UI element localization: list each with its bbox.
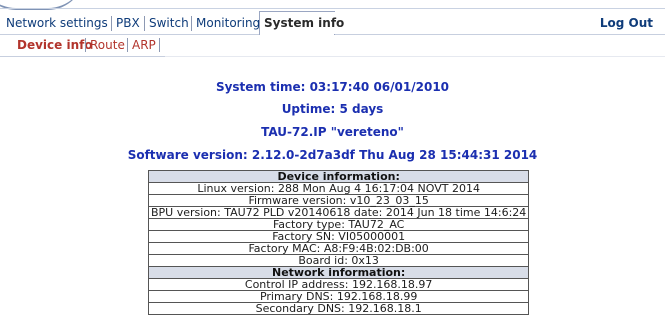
subtab-arp[interactable]: ARP [132, 35, 156, 55]
table-row: Factory SN: VI05000001 [147, 230, 530, 243]
linux-version: Linux version: 288 Mon Aug 4 16:17:04 NO… [147, 182, 530, 195]
header-line [0, 8, 665, 9]
control-ip-address: Control IP address: 192.168.18.97 [147, 278, 530, 291]
table-row: Factory type: TAU72_AC [147, 218, 530, 231]
subtab-separator [127, 38, 128, 52]
firmware-version: Firmware version: v10_23_03_15 [147, 194, 530, 207]
tab-system-info[interactable]: System info [264, 12, 345, 34]
software-version: Software version: 2.12.0-2d7a3df Thu Aug… [127, 148, 538, 162]
subnav-underline-light [165, 56, 665, 57]
table-row: BPU version: TAU72 PLD v20140618 date: 2… [147, 206, 530, 219]
table-row: Network information: [147, 266, 530, 279]
tab-separator [111, 16, 112, 31]
device-info-page: Network settings PBX Switch Monitoring S… [0, 0, 665, 331]
board-id: Board id: 0x13 [147, 254, 530, 267]
table-row: Firmware version: v10_23_03_15 [147, 194, 530, 207]
primary-dns: Primary DNS: 192.168.18.99 [147, 290, 530, 303]
table-row: Control IP address: 192.168.18.97 [147, 278, 530, 291]
logout-link[interactable]: Log Out [600, 12, 653, 34]
tab-monitoring[interactable]: Monitoring [196, 12, 260, 34]
factory-type: Factory type: TAU72_AC [147, 218, 530, 231]
table-row: Board id: 0x13 [147, 254, 530, 267]
sub-navigation: Device info Route ARP [0, 35, 665, 57]
table-row: Linux version: 288 Mon Aug 4 16:17:04 NO… [147, 182, 530, 195]
device-name: TAU-72.IP "vereteno" [261, 125, 404, 139]
subtab-device-info[interactable]: Device info [17, 35, 93, 55]
device-information-header: Device information: [147, 170, 530, 183]
subtab-separator [159, 38, 160, 52]
factory-mac: Factory MAC: A8:F9:4B:02:DB:00 [147, 242, 530, 255]
table-row: Secondary DNS: 192.168.18.1 [147, 302, 530, 315]
tab-separator [144, 16, 145, 31]
tab-switch[interactable]: Switch [149, 12, 189, 34]
network-information-header: Network information: [147, 266, 530, 279]
subnav-underline [0, 56, 165, 57]
tab-pbx[interactable]: PBX [116, 12, 140, 34]
system-time: System time: 03:17:40 06/01/2010 [215, 80, 450, 94]
factory-sn: Factory SN: VI05000001 [147, 230, 530, 243]
bpu-version: BPU version: TAU72 PLD v20140618 date: 2… [147, 206, 530, 219]
table-row: Factory MAC: A8:F9:4B:02:DB:00 [147, 242, 530, 255]
tab-network-settings[interactable]: Network settings [6, 12, 108, 34]
secondary-dns: Secondary DNS: 192.168.18.1 [147, 302, 530, 315]
table-row: Device information: [147, 170, 530, 183]
uptime: Uptime: 5 days [281, 102, 384, 116]
device-info-table: Device information: Linux version: 288 M… [147, 170, 530, 315]
main-navigation: Network settings PBX Switch Monitoring S… [0, 11, 665, 35]
table-row: Primary DNS: 192.168.18.99 [147, 290, 530, 303]
subtab-separator [85, 38, 86, 52]
subtab-route[interactable]: Route [90, 35, 125, 55]
tab-separator [191, 16, 192, 31]
